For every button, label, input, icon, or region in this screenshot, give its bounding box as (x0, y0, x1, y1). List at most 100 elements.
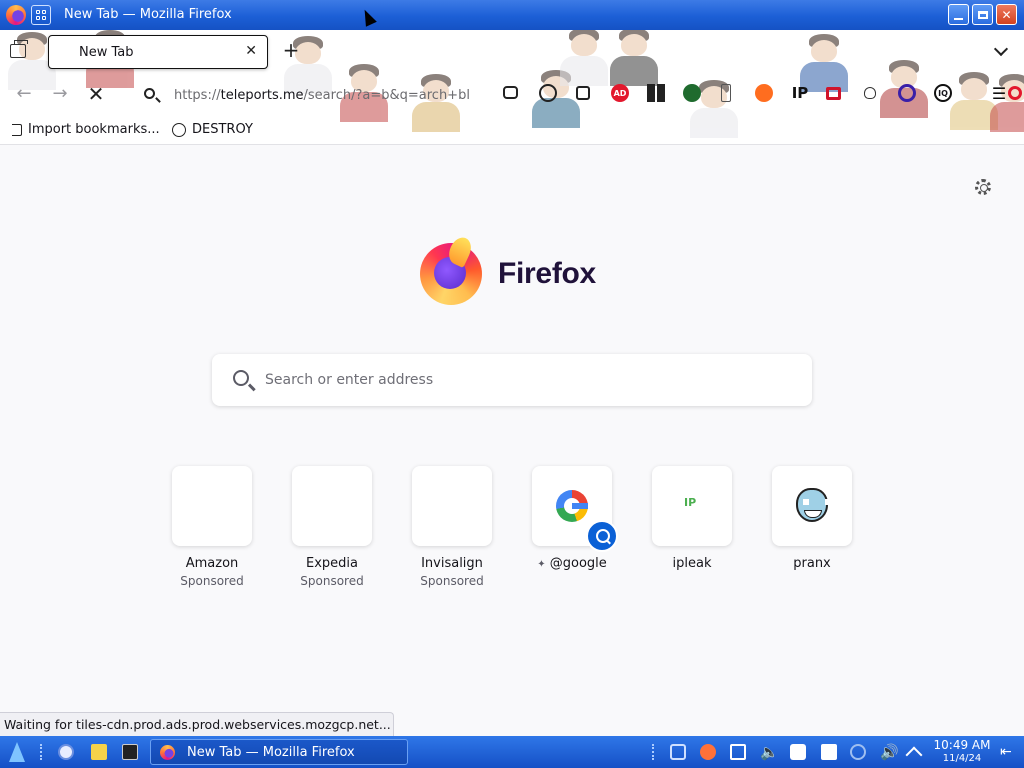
task-label: New Tab — Mozilla Firefox (187, 745, 355, 760)
shortcut-invisalign[interactable]: Invisalign Sponsored (412, 466, 492, 588)
search-shortcut-badge-icon (586, 520, 618, 552)
firefox-icon (160, 745, 175, 760)
url-bar[interactable]: https://teleports.me/search/?a=b&q=arch+… (136, 80, 482, 110)
bookmark-label: DESTROY (192, 122, 253, 137)
shortcut-google[interactable]: ✦ @google (532, 466, 618, 571)
browser-icon[interactable] (1008, 86, 1022, 100)
shortcut-title: Amazon (185, 556, 239, 571)
import-icon (12, 123, 22, 136)
pranx-face-icon (796, 488, 831, 522)
brand-wordmark: Firefox (498, 257, 596, 290)
sponsored-label: Sponsored (420, 574, 484, 588)
network-icon[interactable] (670, 744, 686, 760)
adblock-icon[interactable]: AD (611, 84, 629, 102)
terminal-icon[interactable] (122, 744, 138, 760)
globe-icon (172, 122, 186, 137)
firefox-view-button[interactable] (10, 40, 28, 58)
taskbar-window-firefox[interactable]: New Tab — Mozilla Firefox (150, 739, 408, 765)
clock[interactable]: 10:49 AM 11/4/24 (930, 739, 994, 765)
browser-launcher-icon[interactable] (58, 744, 74, 760)
chevron-up-icon[interactable] (905, 746, 923, 764)
top-sites: Amazon Sponsored Expedia Sponsored Invis… (172, 466, 862, 596)
bookmark-import[interactable]: Import bookmarks... (12, 122, 160, 137)
forward-button[interactable]: → (48, 82, 72, 106)
start-menu-icon[interactable] (9, 742, 25, 762)
search-placeholder: Search or enter address (265, 372, 434, 388)
bookmark-label: Import bookmarks... (28, 122, 160, 137)
iq-icon[interactable]: IQ (934, 84, 952, 102)
folder-icon[interactable] (91, 744, 107, 760)
minimize-button[interactable] (948, 4, 969, 25)
tab-label: New Tab (79, 45, 134, 60)
search-icon (233, 370, 249, 386)
window-title: New Tab — Mozilla Firefox (64, 7, 232, 22)
firefox-logo-icon (420, 243, 482, 305)
vpn-icon[interactable] (683, 84, 701, 102)
window-titlebar[interactable]: New Tab — Mozilla Firefox ✕ (0, 0, 1024, 30)
ip-extension-icon[interactable]: IP (790, 84, 810, 102)
sponsored-label: Sponsored (180, 574, 244, 588)
shortcut-amazon[interactable]: Amazon Sponsored (172, 466, 252, 588)
shortcut-card[interactable] (292, 466, 372, 546)
search-input[interactable]: Search or enter address (212, 354, 812, 406)
stop-button[interactable]: ✕ (84, 82, 108, 106)
shortcut-card[interactable] (532, 466, 618, 552)
url-text[interactable]: https://teleports.me/search/?a=b&q=arch+… (174, 88, 474, 103)
ring-icon[interactable] (898, 84, 916, 102)
chevron-down-icon[interactable] (993, 41, 1009, 57)
navigation-bar: ← → ✕ https://teleports.me/search/?a=b&q… (0, 74, 1024, 114)
shortcut-title: pranx (793, 556, 831, 571)
red-box-icon[interactable] (826, 87, 841, 100)
sponsored-label: Sponsored (300, 574, 364, 588)
speaker-icon[interactable]: 🔊 (880, 744, 899, 760)
new-tab-button[interactable]: + (280, 39, 302, 63)
mouse-cursor-icon (359, 7, 377, 27)
close-window-button[interactable]: ✕ (996, 4, 1017, 25)
shortcut-card[interactable] (172, 466, 252, 546)
shortcut-title: ✦ @google (537, 556, 607, 571)
menu-icon[interactable]: ☰ (990, 84, 1008, 103)
phone-icon[interactable] (721, 84, 731, 102)
firefox-icon[interactable] (6, 5, 26, 25)
shortcut-card[interactable] (772, 466, 852, 546)
pocket-icon[interactable] (503, 86, 518, 99)
newtab-page: Firefox Search or enter address Amazon S… (0, 146, 1024, 736)
grid-icon[interactable] (647, 84, 665, 102)
bug-icon[interactable] (864, 87, 876, 99)
back-button[interactable]: ← (12, 82, 36, 106)
help-icon[interactable] (850, 744, 866, 760)
shortcut-pranx[interactable]: pranx (772, 466, 852, 571)
shortcut-title: ipleak (672, 556, 712, 571)
shortcut-expedia[interactable]: Expedia Sponsored (292, 466, 372, 588)
tab-new-tab[interactable]: New Tab ✕ (48, 35, 268, 69)
search-icon (144, 88, 155, 99)
taskbar: New Tab — Mozilla Firefox 🔈 🔊 10:49 AM 1… (0, 736, 1024, 768)
shortcut-card[interactable]: IP (652, 466, 732, 546)
taskbar-separator (652, 744, 654, 760)
app-grid-icon[interactable] (31, 5, 51, 25)
shortcut-ipleak[interactable]: IP ipleak (652, 466, 732, 571)
extensions-icon[interactable] (576, 86, 590, 100)
shortcut-title: Invisalign (421, 556, 483, 571)
tab-strip: New Tab ✕ + (0, 30, 1024, 74)
browser-toolbox: New Tab ✕ + ← → ✕ https://teleports.me/s… (0, 30, 1024, 145)
status-panel: Waiting for tiles-cdn.prod.ads.prod.webs… (0, 712, 394, 736)
volume-icon[interactable]: 🔈 (760, 744, 779, 760)
tab-close-icon[interactable]: ✕ (245, 43, 257, 59)
taskbar-separator (40, 744, 42, 760)
show-desktop-icon[interactable]: ⇤ (1000, 744, 1016, 760)
settings-tray-icon[interactable] (790, 744, 806, 760)
orange-extension-icon[interactable] (755, 84, 773, 102)
bookmarks-toolbar: Import bookmarks... DESTROY (0, 114, 1024, 144)
shortcut-card[interactable] (412, 466, 492, 546)
google-icon (556, 490, 588, 522)
gear-icon[interactable] (975, 179, 991, 195)
firefox-tray-icon[interactable] (700, 744, 716, 760)
account-icon[interactable] (539, 84, 557, 102)
clipboard-icon[interactable] (730, 744, 746, 760)
bookmark-destroy[interactable]: DESTROY (172, 122, 253, 137)
clock-time: 10:49 AM (933, 738, 991, 752)
update-icon[interactable] (821, 744, 837, 760)
firefox-brand: Firefox (420, 242, 596, 306)
maximize-button[interactable] (972, 4, 993, 25)
